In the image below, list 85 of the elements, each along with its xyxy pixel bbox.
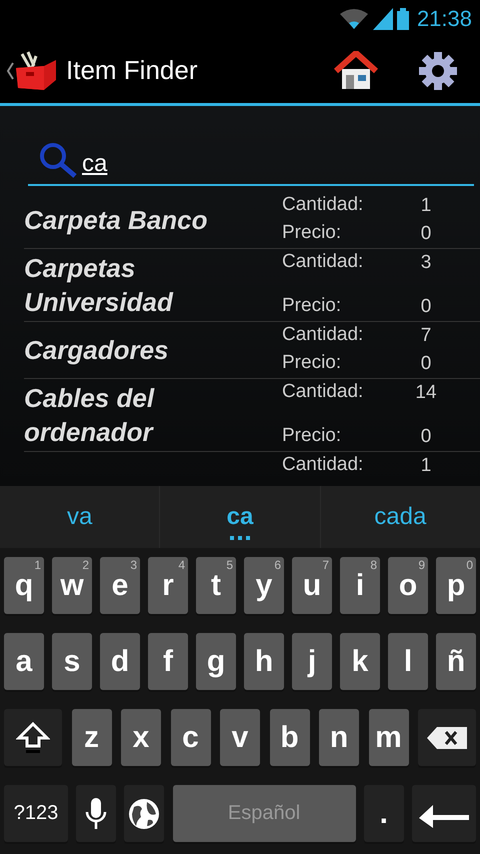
clock-time: 21:38 [416, 6, 472, 32]
keyboard-key[interactable]: y 6 [244, 557, 284, 614]
quantity-label: Cantidad: [282, 323, 364, 347]
key-number-hint: 4 [178, 558, 185, 572]
toolbox-icon [14, 50, 58, 92]
keyboard-key[interactable]: k [340, 633, 380, 690]
globe-icon [128, 798, 160, 830]
keyboard-key[interactable]: c [170, 709, 210, 766]
battery-icon [396, 8, 409, 30]
quantity-label: Cantidad: [282, 250, 364, 274]
keyboard-key[interactable]: w 2 [52, 557, 92, 614]
keyboard-key[interactable]: p 0 [436, 557, 476, 614]
key-number-hint: 8 [370, 558, 377, 572]
backspace-key[interactable] [418, 709, 476, 766]
microphone-icon [84, 796, 108, 830]
signal-icon [372, 8, 393, 30]
quantity-label: Cantidad: [282, 193, 364, 217]
price-value: 0 [420, 425, 432, 449]
language-key[interactable] [124, 785, 164, 842]
shift-icon [16, 720, 50, 754]
item-name: Carpeta Banco [24, 204, 208, 237]
search-icon [38, 142, 78, 178]
keyboard-key[interactable]: z [72, 709, 112, 766]
symbols-key[interactable]: ?123 [4, 785, 68, 842]
key-number-hint: 7 [322, 558, 329, 572]
key-number-hint: 0 [466, 558, 473, 572]
keyboard-key[interactable]: v [220, 709, 260, 766]
price-value: 0 [420, 295, 432, 319]
keyboard-key[interactable]: b [270, 709, 310, 766]
keyboard-key[interactable]: a [4, 633, 44, 690]
keyboard-key[interactable]: d [100, 633, 140, 690]
price-label: Precio: [282, 294, 342, 318]
keyboard-key[interactable]: e 3 [100, 557, 140, 614]
keyboard-key[interactable]: r 4 [148, 557, 188, 614]
back-chevron-icon[interactable] [6, 62, 14, 80]
suggestion[interactable]: va [0, 486, 160, 548]
key-number-hint: 3 [130, 558, 137, 572]
keyboard-key[interactable]: m [368, 709, 408, 766]
app-title: Item Finder [66, 55, 198, 86]
keyboard-key[interactable]: g [196, 633, 236, 690]
keyboard-key[interactable]: t 5 [196, 557, 236, 614]
keyboard-key[interactable]: s [52, 633, 92, 690]
period-key[interactable]: . [364, 785, 404, 842]
microphone-key[interactable] [76, 785, 116, 842]
keyboard-key[interactable]: n [319, 709, 359, 766]
keyboard-key[interactable]: j [292, 633, 332, 690]
quantity-value: 14 [414, 381, 438, 405]
price-label: Precio: [282, 424, 342, 448]
quantity-value: 7 [420, 324, 432, 348]
suggestion[interactable]: ca [159, 486, 320, 548]
enter-key[interactable] [412, 785, 476, 842]
key-number-hint: 2 [82, 558, 89, 572]
item-name: Carpetas Universidad [24, 252, 174, 319]
keyboard-key[interactable]: f [148, 633, 188, 690]
keyboard-key[interactable]: u 7 [292, 557, 332, 614]
quantity-value: 1 [420, 454, 432, 478]
keyboard-key[interactable]: l [388, 633, 428, 690]
key-number-hint: 1 [34, 558, 41, 572]
price-label: Precio: [282, 351, 342, 375]
more-dots-icon [230, 536, 250, 540]
keyboard-key[interactable]: x [121, 709, 161, 766]
quantity-value: 1 [420, 194, 432, 218]
quantity-label: Cantidad: [282, 453, 364, 477]
key-number-hint: 9 [418, 558, 425, 572]
key-number-hint: 6 [274, 558, 281, 572]
shift-key[interactable] [4, 709, 62, 766]
keyboard-key[interactable]: i 8 [340, 557, 380, 614]
home-icon[interactable] [334, 50, 378, 90]
quantity-value: 3 [420, 251, 432, 275]
price-value: 0 [420, 222, 432, 246]
price-label: Precio: [282, 221, 342, 245]
settings-icon[interactable] [418, 50, 458, 90]
keyboard-key[interactable]: ñ [436, 633, 476, 690]
wifi-icon [338, 8, 369, 30]
keyboard-key[interactable]: h [244, 633, 284, 690]
suggestion[interactable]: cada [320, 486, 480, 548]
keyboard-key[interactable]: o 9 [388, 557, 428, 614]
backspace-icon [427, 726, 467, 748]
quantity-label: Cantidad: [282, 380, 364, 404]
price-value: 0 [420, 352, 432, 376]
item-name: Cargadores [24, 334, 170, 367]
key-number-hint: 5 [226, 558, 233, 572]
item-name: Cables del ordenador [24, 382, 156, 449]
keyboard-key[interactable]: q 1 [4, 557, 44, 614]
search-field[interactable]: ca [28, 136, 474, 186]
